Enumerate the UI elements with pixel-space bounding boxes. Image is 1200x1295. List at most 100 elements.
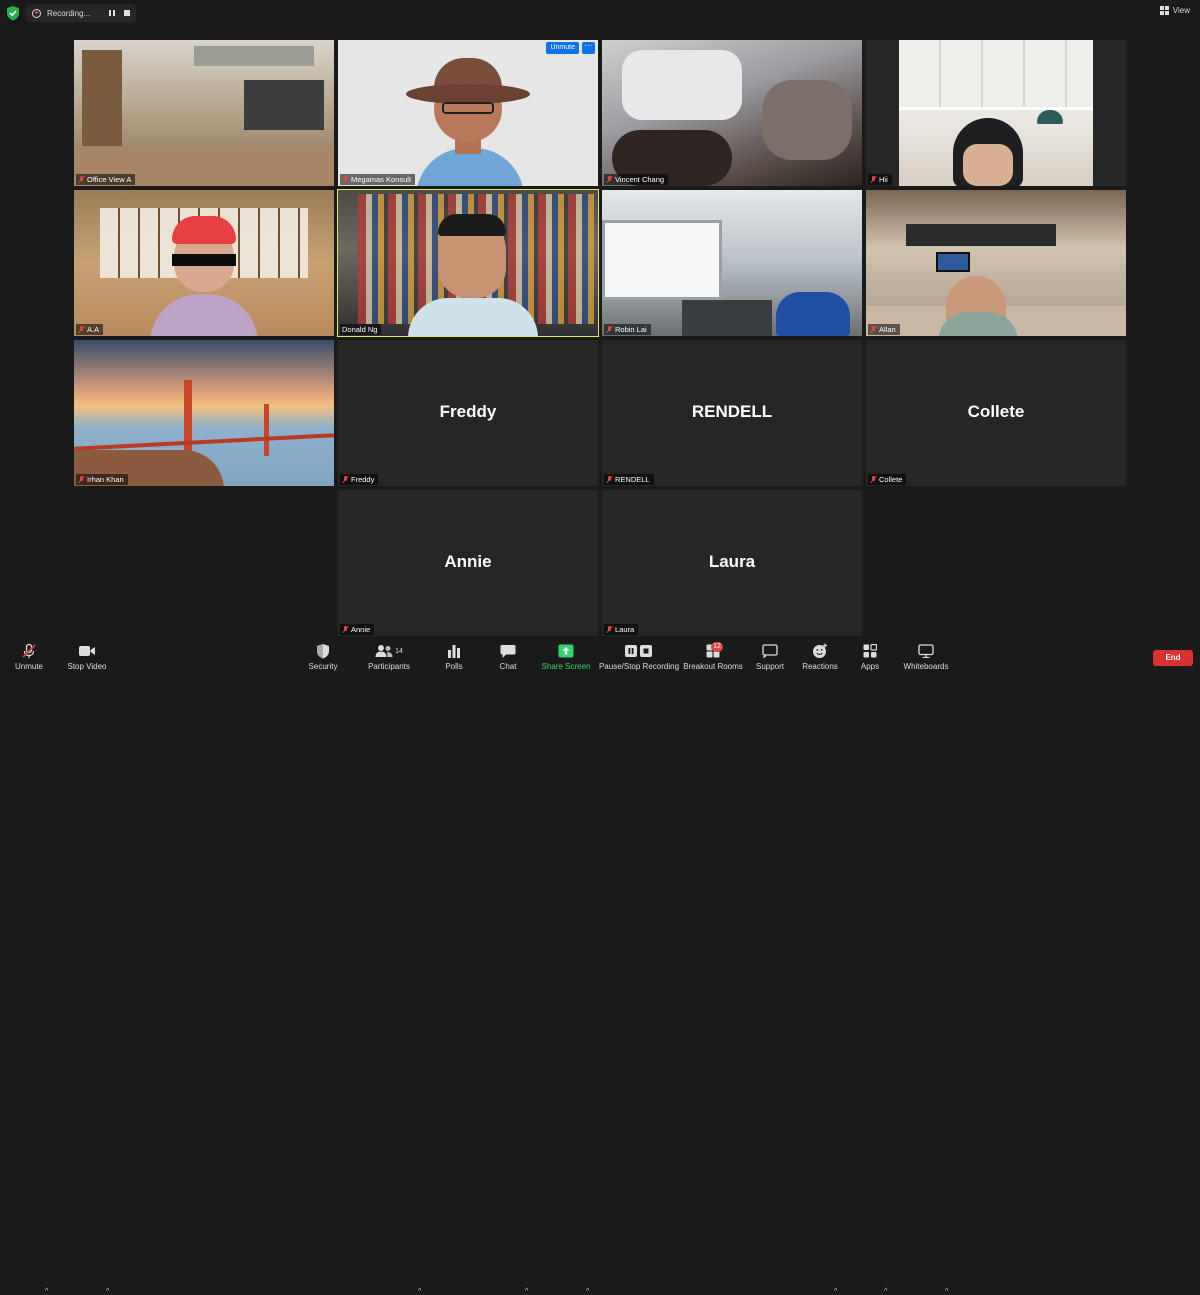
participant-name-tag: Hii (868, 174, 892, 185)
unmute-button[interactable]: Unmute (12, 642, 46, 671)
participant-name: Irhan Khan (87, 475, 124, 484)
participant-tile[interactable]: Laura Laura (602, 490, 862, 636)
mic-muted-icon (342, 175, 348, 184)
ask-unmute-button[interactable]: Unmute (546, 42, 579, 54)
participant-name-tag: A.A (76, 324, 104, 335)
security-label: Security (308, 662, 338, 671)
mic-muted-icon (606, 325, 612, 334)
participants-button[interactable]: 14 Participants (366, 642, 412, 671)
mic-muted-icon (78, 325, 84, 334)
participant-name: Annie (351, 625, 371, 634)
audio-options-chevron-icon[interactable]: ^ (45, 1288, 52, 1295)
video-camera-icon (79, 646, 95, 656)
apps-button[interactable]: Apps (858, 642, 882, 671)
participant-video (602, 190, 862, 336)
participant-name-tag: Allan (868, 324, 900, 335)
participants-options-chevron-icon[interactable]: ^ (418, 1288, 425, 1295)
reactions-emoji-icon (813, 643, 827, 658)
participant-tile[interactable]: A.A (74, 190, 334, 336)
participant-display-name: Freddy (439, 402, 497, 421)
support-label: Support (755, 662, 785, 671)
support-button[interactable]: Support (754, 642, 786, 671)
breakout-rooms-label: Breakout Rooms (683, 662, 743, 671)
mic-muted-icon (78, 475, 84, 484)
participant-name: Freddy (351, 475, 375, 484)
mic-muted-icon (78, 175, 84, 184)
mic-muted-icon (606, 175, 612, 184)
participant-tile[interactable]: Annie Annie (338, 490, 598, 636)
participant-tile[interactable]: Freddy Freddy (338, 340, 598, 486)
more-options-button[interactable]: ··· (582, 42, 595, 54)
view-label: View (1172, 6, 1190, 15)
recording-dot-icon (32, 8, 41, 18)
security-shield-icon (317, 644, 329, 659)
whiteboards-button[interactable]: Whiteboards (902, 642, 950, 671)
participant-video (338, 190, 598, 336)
participant-tile[interactable]: Irhan Khan (74, 340, 334, 486)
share-screen-label: Share Screen (541, 662, 591, 671)
participant-name: Robin Lai (615, 325, 647, 334)
participant-name: Donald Ng (342, 325, 378, 334)
support-cast-icon (762, 644, 778, 658)
shield-check-icon[interactable] (6, 5, 20, 21)
participant-name: A.A (87, 325, 100, 334)
share-screen-arrow-icon (558, 644, 574, 658)
top-bar: Recording... View (0, 0, 1200, 26)
participant-name: Megamas Konsult (351, 175, 412, 184)
active-speaker-tile[interactable]: Donald Ng (337, 189, 599, 337)
participant-tile[interactable]: Collete Collete (866, 340, 1126, 486)
whiteboard-icon (918, 644, 934, 658)
participant-video (602, 40, 862, 186)
stop-video-label: Stop Video (67, 662, 107, 671)
participant-tile[interactable]: Office View A (74, 40, 334, 186)
participant-video (899, 40, 1093, 186)
mic-muted-icon (870, 475, 876, 484)
chat-button[interactable]: Chat (496, 642, 520, 671)
stop-recording-icon[interactable] (124, 10, 130, 16)
share-screen-button[interactable]: Share Screen (542, 642, 590, 671)
mic-muted-icon (870, 325, 876, 334)
participant-video (74, 340, 334, 486)
participant-tile[interactable]: Hii (866, 40, 1126, 186)
chat-options-chevron-icon[interactable]: ^ (525, 1288, 532, 1295)
participant-tile[interactable]: Vincent Chang (602, 40, 862, 186)
participant-name-tag: Megamas Konsult (340, 174, 416, 185)
polls-bar-chart-icon (448, 645, 460, 658)
participant-name-tag: Annie (340, 624, 375, 635)
whiteboards-options-chevron-icon[interactable]: ^ (945, 1288, 952, 1295)
pause-recording-icon[interactable] (108, 9, 116, 17)
participant-name: Collete (879, 475, 903, 484)
apps-grid-icon (863, 644, 877, 658)
share-options-chevron-icon[interactable]: ^ (586, 1288, 593, 1295)
security-button[interactable]: Security (306, 642, 340, 671)
stop-video-button[interactable]: Stop Video (66, 642, 108, 671)
participant-display-name: Collete (967, 402, 1025, 421)
reactions-options-chevron-icon[interactable]: ^ (834, 1288, 841, 1295)
view-button[interactable]: View (1159, 6, 1190, 15)
pause-stop-recording-button[interactable]: Pause/Stop Recording (599, 642, 679, 671)
participant-tile[interactable]: Unmute ··· Megamas Konsult (338, 40, 598, 186)
polls-button[interactable]: Polls (440, 642, 468, 671)
participant-name-tag: Donald Ng (340, 324, 382, 335)
participants-count: 14 (395, 647, 403, 655)
apps-options-chevron-icon[interactable]: ^ (884, 1288, 891, 1295)
participant-display-name: Laura (708, 552, 756, 571)
apps-label: Apps (860, 662, 880, 671)
participant-display-name: RENDELL (691, 402, 773, 421)
participant-name-tag: Laura (604, 624, 639, 635)
participant-tile[interactable]: Allan (866, 190, 1126, 336)
breakout-rooms-badge: 12 (711, 642, 723, 652)
participant-video (866, 190, 1126, 336)
participants-icon (375, 645, 393, 657)
participant-tile[interactable]: RENDELL RENDELL (602, 340, 862, 486)
video-options-chevron-icon[interactable]: ^ (106, 1288, 113, 1295)
participant-video (74, 40, 334, 186)
end-meeting-button[interactable]: End (1153, 650, 1193, 666)
participant-tile[interactable]: Robin Lai (602, 190, 862, 336)
reactions-button[interactable]: Reactions (802, 642, 838, 671)
recording-label: Recording... (47, 8, 91, 18)
breakout-rooms-button[interactable]: 12 Breakout Rooms (683, 642, 743, 671)
recording-indicator: Recording... (26, 4, 136, 22)
participants-label: Participants (368, 662, 410, 671)
mic-muted-icon (606, 625, 612, 634)
